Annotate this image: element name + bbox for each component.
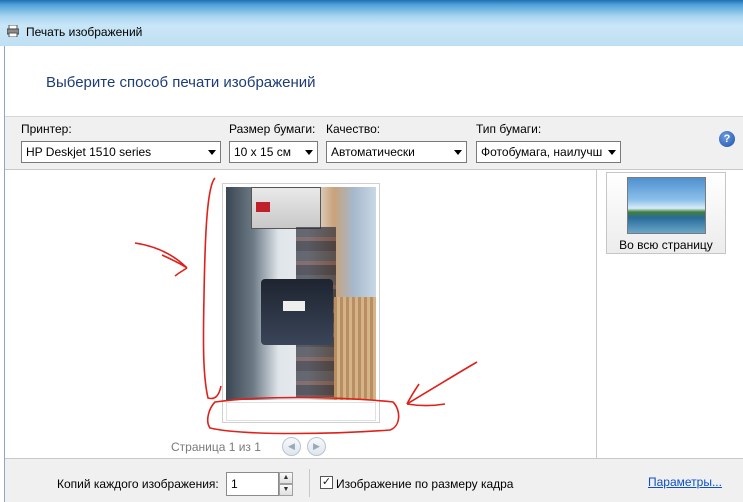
layout-option-full-page[interactable]: Во всю страницу (606, 172, 726, 254)
copies-input[interactable] (226, 472, 279, 496)
quality-value: Автоматически (331, 145, 415, 159)
paper-type-select[interactable]: Фотобумага, наилучш (476, 141, 621, 163)
help-icon[interactable]: ? (719, 131, 735, 147)
chevron-down-icon (454, 150, 462, 155)
chevron-down-icon (608, 150, 616, 155)
preview-page (222, 183, 380, 423)
copies-increment-button[interactable]: ▲ (279, 472, 293, 484)
fit-to-frame-label[interactable]: Изображение по размеру кадра (336, 477, 513, 491)
photo-car-white (251, 187, 321, 229)
chevron-down-icon (305, 150, 313, 155)
printer-label: Принтер: (21, 122, 72, 136)
copies-decrement-button[interactable]: ▼ (279, 484, 293, 496)
chevron-down-icon (208, 150, 216, 155)
paper-size-label: Размер бумаги: (229, 122, 316, 136)
print-settings-toolbar: Принтер: HP Deskjet 1510 series Размер б… (5, 116, 743, 170)
printer-value: HP Deskjet 1510 series (26, 145, 152, 159)
dialog-header: Выберите способ печати изображений (5, 46, 743, 116)
options-link[interactable]: Параметры... (648, 475, 722, 489)
arrow-left-icon: ◀ (288, 441, 295, 451)
page-title: Выберите способ печати изображений (46, 74, 316, 91)
page-indicator: Страница 1 из 1 (171, 440, 261, 454)
print-dialog: Выберите способ печати изображений Принт… (4, 46, 743, 502)
layout-option-label: Во всю страницу (619, 238, 713, 252)
divider (309, 469, 310, 497)
paper-size-value: 10 x 15 см (234, 145, 291, 159)
title-bar: Печать изображений (0, 0, 743, 46)
print-preview-area: Страница 1 из 1 ◀ ▶ (5, 170, 597, 458)
preview-photo (226, 187, 376, 400)
printer-select[interactable]: HP Deskjet 1510 series (21, 141, 221, 163)
preview-blank-margin (226, 402, 376, 421)
quality-label: Качество: (326, 122, 381, 136)
quality-select[interactable]: Автоматически (326, 141, 467, 163)
printer-icon (7, 25, 19, 37)
window-title: Печать изображений (26, 25, 143, 39)
previous-page-button[interactable]: ◀ (282, 437, 301, 456)
next-page-button[interactable]: ▶ (307, 437, 326, 456)
fit-to-frame-checkbox[interactable]: ✓ (320, 476, 333, 489)
bottom-options-bar: Копий каждого изображения: ▲ ▼ ✓ Изображ… (5, 458, 743, 502)
paper-size-select[interactable]: 10 x 15 см (229, 141, 318, 163)
landscape-thumbnail-icon (627, 177, 706, 234)
copies-label: Копий каждого изображения: (57, 477, 219, 491)
photo-car-dark (261, 279, 333, 345)
paper-type-label: Тип бумаги: (476, 122, 542, 136)
paper-type-value: Фотобумага, наилучш (481, 145, 603, 159)
layout-list: Во всю страницу (598, 170, 743, 458)
photo-trees (334, 297, 376, 400)
arrow-right-icon: ▶ (313, 441, 320, 451)
